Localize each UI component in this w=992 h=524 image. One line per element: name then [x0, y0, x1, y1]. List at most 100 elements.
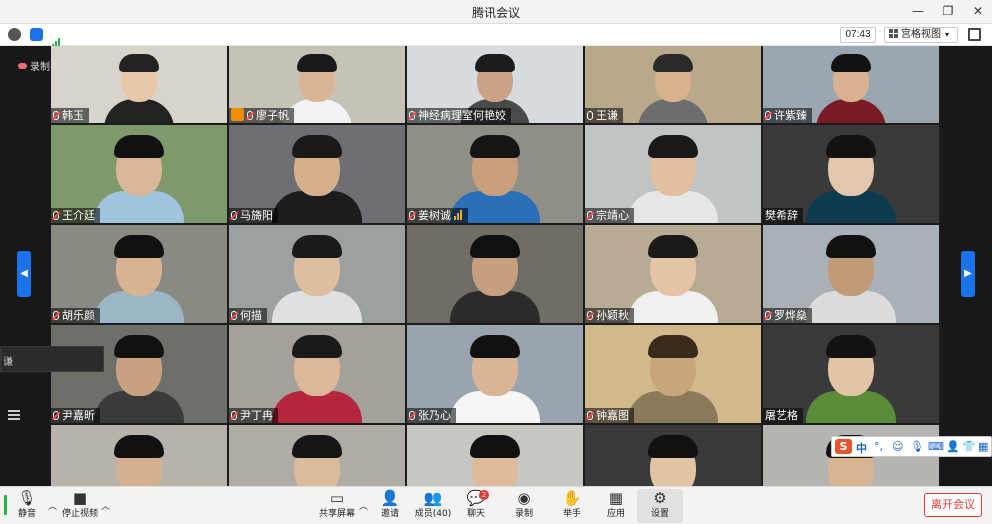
participant-name: 王谦: [596, 109, 618, 122]
video-tile[interactable]: 尹嘉昕: [51, 325, 227, 423]
view-mode-select[interactable]: 宫格视图 ▾: [884, 27, 958, 43]
recording-indicator: 录制中: [18, 58, 60, 73]
next-page-arrow[interactable]: ▶: [961, 251, 975, 297]
mute-label: 静音: [17, 509, 36, 519]
skin-icon[interactable]: 👕: [962, 440, 976, 453]
participant-name: 韩玉: [62, 109, 84, 122]
video-tile[interactable]: 胡乐颜: [51, 225, 227, 323]
microphone-muted-icon: [587, 311, 593, 320]
person-hair: [647, 335, 699, 359]
punctuation-icon[interactable]: °,: [874, 440, 883, 453]
fullscreen-icon[interactable]: [968, 28, 981, 41]
participant-name: 屠艺格: [765, 409, 798, 422]
add-user-icon: 👤: [380, 489, 400, 507]
video-tile[interactable]: 王谦: [585, 46, 761, 123]
invite-button[interactable]: 👤 邀请: [367, 489, 413, 523]
video-tile[interactable]: 钟嘉图: [585, 325, 761, 423]
microphone-muted-icon: [247, 111, 253, 120]
microphone-muted-icon: [587, 211, 593, 220]
microphone-muted-icon: [53, 211, 59, 220]
video-tile[interactable]: 孙颖秋: [585, 225, 761, 323]
video-tile[interactable]: 神经病理室何艳姣: [407, 46, 583, 123]
participant-name-bar: 韩玉: [51, 108, 89, 123]
video-tile[interactable]: 何描: [229, 225, 405, 323]
restore-icon[interactable]: ❐: [940, 3, 956, 19]
video-tile[interactable]: 屠艺格: [763, 325, 939, 423]
video-tile[interactable]: 樊希辞: [763, 125, 939, 223]
microphone-muted-icon: [409, 211, 415, 220]
participant-name-bar: 马旖阳: [229, 208, 278, 223]
video-tile[interactable]: 尹丁冉: [229, 325, 405, 423]
record-button[interactable]: ◉ 录制: [501, 489, 547, 523]
floating-panel[interactable]: 谦: [0, 346, 104, 372]
video-tile[interactable]: [51, 425, 227, 486]
raise-hand-button[interactable]: ✋ 举手: [549, 489, 595, 523]
participant-name: 张乃心: [418, 409, 451, 422]
person-hair: [469, 235, 521, 259]
participant-name: 许紫臻: [774, 109, 807, 122]
members-button[interactable]: 👥 成员(40): [410, 489, 456, 523]
minimize-icon[interactable]: —: [910, 3, 926, 19]
video-tile[interactable]: 马旖阳: [229, 125, 405, 223]
title-bar: 腾讯会议 — ❐ ✕: [0, 0, 992, 24]
share-screen-label: 共享屏幕: [318, 509, 355, 519]
close-icon[interactable]: ✕: [970, 3, 986, 19]
video-tile[interactable]: [585, 425, 761, 486]
participant-name-bar: 许紫臻: [763, 108, 812, 123]
share-screen-button[interactable]: ▭ 共享屏幕: [314, 489, 360, 523]
mute-button[interactable]: 🎙 静音: [4, 489, 50, 523]
video-tile[interactable]: [407, 425, 583, 486]
leave-meeting-button[interactable]: 离开会议: [924, 493, 982, 517]
list-icon[interactable]: [8, 410, 20, 420]
microphone-icon: 🎙: [17, 489, 37, 507]
video-tile[interactable]: 姜树诚: [407, 125, 583, 223]
participant-name-bar: 何描: [229, 308, 267, 323]
camera-icon: ■: [72, 489, 88, 507]
video-tile[interactable]: 宗靖心: [585, 125, 761, 223]
participant-name: 宗靖心: [596, 209, 629, 222]
video-tile[interactable]: 韩玉: [51, 46, 227, 123]
participant-name: 钟嘉图: [596, 409, 629, 422]
apps-button[interactable]: ▦ 应用: [593, 489, 639, 523]
video-tile[interactable]: [407, 225, 583, 323]
ime-toolbar[interactable]: S 中 °, ☺ 🎙 ⌨ 👤 👕 ▦: [831, 436, 992, 457]
chat-button[interactable]: 💬 2 聊天: [453, 489, 499, 523]
person-hair: [291, 135, 343, 159]
microphone-muted-icon: [231, 311, 237, 320]
prev-page-arrow[interactable]: ◀: [17, 251, 31, 297]
video-tile[interactable]: 罗烨燊: [763, 225, 939, 323]
apps-icon: ▦: [608, 489, 624, 507]
participant-name: 王介廷: [62, 209, 95, 222]
shield-icon[interactable]: [30, 28, 43, 41]
video-options-caret[interactable]: ︿: [101, 499, 110, 512]
audio-options-caret[interactable]: ︿: [48, 499, 57, 512]
user-icon[interactable]: 👤: [946, 440, 960, 453]
stop-video-button[interactable]: ■ 停止视频: [57, 489, 103, 523]
info-icon[interactable]: [8, 28, 21, 41]
participant-name: 廖子帆: [256, 109, 289, 122]
video-tile[interactable]: 张乃心: [407, 325, 583, 423]
microphone-muted-icon: [587, 411, 593, 420]
participant-name: 孙颖秋: [596, 309, 629, 322]
toolbox-icon[interactable]: ▦: [978, 440, 988, 453]
ime-language[interactable]: 中: [856, 440, 867, 456]
participant-name-bar: 姜树诚: [407, 208, 468, 223]
settings-button[interactable]: ⚙ 设置: [637, 489, 683, 523]
person-hair: [119, 54, 159, 72]
grid-icon: [889, 29, 898, 38]
chat-icon: 💬: [466, 489, 486, 507]
person-hair: [113, 435, 165, 459]
video-tile[interactable]: 许紫臻: [763, 46, 939, 123]
microphone-muted-icon: [409, 111, 415, 120]
person-hair: [647, 235, 699, 259]
video-tile[interactable]: [229, 425, 405, 486]
video-tile[interactable]: 廖子帆: [229, 46, 405, 123]
apps-label: 应用: [606, 509, 625, 519]
voice-icon[interactable]: 🎙: [910, 440, 924, 453]
emoji-icon[interactable]: ☺: [892, 440, 903, 453]
keyboard-icon[interactable]: ⌨: [928, 440, 944, 453]
participant-name: 神经病理室何艳姣: [418, 109, 506, 122]
participant-name: 姜树诚: [418, 209, 451, 222]
video-tile[interactable]: 王介廷: [51, 125, 227, 223]
microphone-muted-icon: [765, 111, 771, 120]
